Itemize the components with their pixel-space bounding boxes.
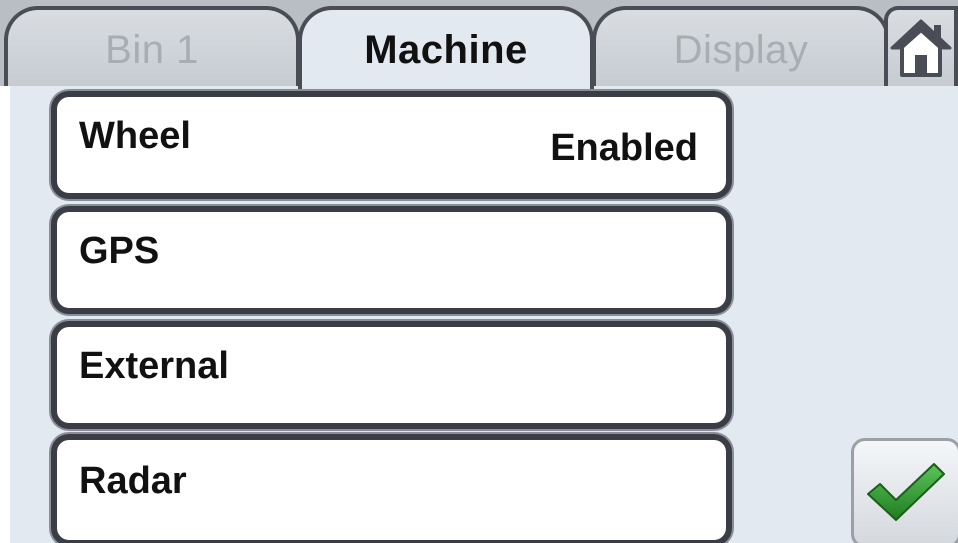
radar-label: Radar bbox=[79, 459, 187, 502]
checkmark-icon bbox=[867, 463, 945, 521]
tab-bin-1-label: Bin 1 bbox=[105, 28, 199, 72]
home-icon bbox=[890, 19, 952, 77]
speed-source-wheel[interactable]: Wheel Enabled bbox=[51, 91, 732, 199]
tab-display[interactable]: Display bbox=[592, 6, 890, 86]
left-edge bbox=[0, 86, 10, 543]
tab-bin-1[interactable]: Bin 1 bbox=[4, 6, 300, 86]
gps-label: GPS bbox=[79, 229, 160, 272]
tab-machine-label: Machine bbox=[364, 28, 528, 72]
wheel-label: Wheel bbox=[79, 114, 191, 157]
machine-settings-screen: Bin 1 Display Machine Wheel Enabled GPS … bbox=[0, 0, 958, 543]
external-label: External bbox=[79, 344, 229, 387]
confirm-button[interactable] bbox=[851, 438, 958, 543]
home-button[interactable] bbox=[884, 6, 958, 86]
speed-source-external[interactable]: External bbox=[51, 321, 732, 429]
tab-display-label: Display bbox=[673, 28, 809, 72]
speed-source-radar[interactable]: Radar bbox=[51, 434, 732, 543]
speed-source-gps[interactable]: GPS bbox=[51, 206, 732, 314]
wheel-status: Enabled bbox=[550, 126, 698, 169]
tab-machine[interactable]: Machine bbox=[298, 6, 594, 90]
